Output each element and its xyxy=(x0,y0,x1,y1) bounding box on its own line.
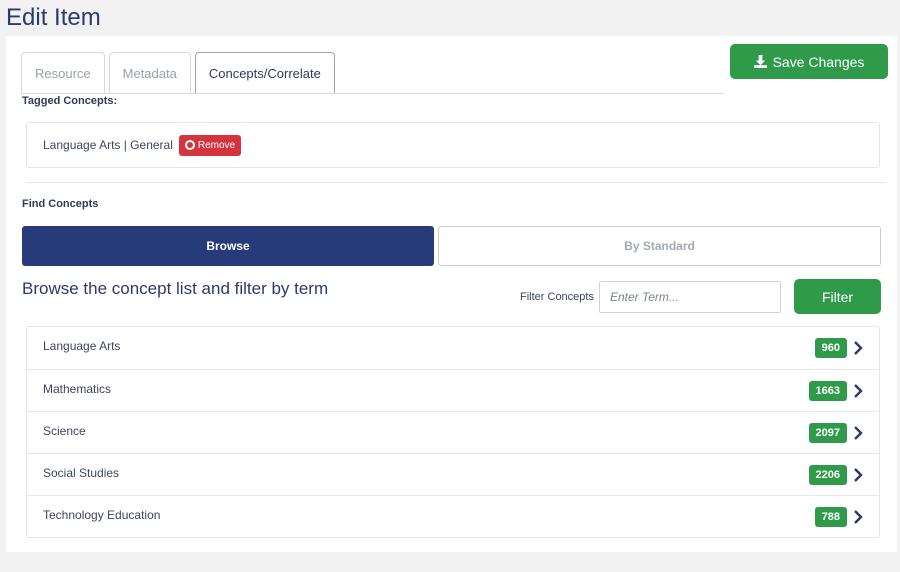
tagged-concepts-box: Language Arts | General Remove xyxy=(26,122,880,168)
download-icon xyxy=(753,55,767,68)
concept-name: Social Studies xyxy=(43,466,120,480)
concept-row-language-arts[interactable]: Language Arts 960 xyxy=(27,327,879,369)
concept-name: Language Arts xyxy=(43,339,121,353)
browse-mode-button[interactable]: Browse xyxy=(22,226,434,266)
concept-row-social-studies[interactable]: Social Studies 2206 xyxy=(27,453,879,495)
by-standard-mode-button[interactable]: By Standard xyxy=(438,226,881,266)
find-concepts-heading: Find Concepts xyxy=(22,198,99,210)
tab-resource-label: Resource xyxy=(35,65,91,81)
tab-resource[interactable]: Resource xyxy=(21,52,105,94)
concept-count-badge: 1663 xyxy=(808,381,847,401)
chevron-right-icon xyxy=(854,341,863,355)
browse-heading: Browse the concept list and filter by te… xyxy=(22,279,329,298)
tab-metadata-label: Metadata xyxy=(122,65,177,81)
filter-term-input[interactable] xyxy=(599,281,781,313)
remove-circle-icon xyxy=(184,140,195,150)
tab-concepts-correlate[interactable]: Concepts/Correlate xyxy=(194,52,335,94)
by-standard-mode-label: By Standard xyxy=(624,239,695,253)
section-divider xyxy=(26,182,886,183)
chevron-right-icon xyxy=(854,468,863,482)
tab-concepts-correlate-label: Concepts/Correlate xyxy=(208,65,321,81)
concept-name: Technology Education xyxy=(43,508,161,522)
save-changes-button[interactable]: Save Changes xyxy=(730,44,888,79)
edit-item-panel: Resource Metadata Concepts/Correlate Sav… xyxy=(6,36,897,552)
concept-name: Science xyxy=(43,424,86,438)
tab-underline xyxy=(21,93,724,94)
remove-label: Remove xyxy=(197,139,236,151)
chevron-right-icon xyxy=(854,384,863,398)
chevron-right-icon xyxy=(854,426,863,440)
concept-count-badge: 2206 xyxy=(808,465,847,485)
filter-button[interactable]: Filter xyxy=(794,279,881,314)
concept-count-badge: 2097 xyxy=(808,423,847,443)
save-changes-label: Save Changes xyxy=(772,53,865,70)
tagged-concepts-heading: Tagged Concepts: xyxy=(22,95,118,107)
tab-metadata[interactable]: Metadata xyxy=(108,52,191,94)
concept-row-mathematics[interactable]: Mathematics 1663 xyxy=(27,369,879,411)
remove-concept-button[interactable]: Remove xyxy=(178,134,242,156)
filter-concepts-label: Filter Concepts xyxy=(520,291,594,303)
concept-count-badge: 788 xyxy=(814,507,847,527)
tab-bar: Resource Metadata Concepts/Correlate xyxy=(21,52,339,94)
concept-list: Language Arts 960 Mathematics 1663 Scien… xyxy=(26,326,880,538)
chevron-right-icon xyxy=(854,510,863,524)
concept-name: Mathematics xyxy=(43,382,112,396)
concept-row-science[interactable]: Science 2097 xyxy=(27,411,879,453)
tagged-concept-label: Language Arts | General xyxy=(43,138,173,152)
concept-row-technology-education[interactable]: Technology Education 788 xyxy=(27,495,879,537)
page-title: Edit Item xyxy=(6,4,101,31)
browse-mode-label: Browse xyxy=(206,239,250,253)
concept-count-badge: 960 xyxy=(814,338,847,358)
